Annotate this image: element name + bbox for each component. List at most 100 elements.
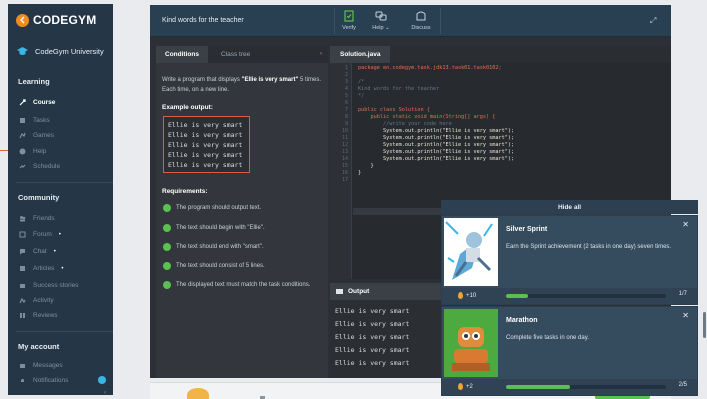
sidebar-divider	[16, 331, 113, 332]
close-icon[interactable]: ✕	[682, 311, 689, 320]
conditions-panel: Conditions Class tree ‹ Write a program …	[156, 46, 328, 378]
sidebar-item-forum[interactable]: Forum •	[19, 231, 61, 238]
achievement-notifications: Hide all Silver Sprint Earn the Sprint a…	[441, 200, 698, 399]
requirement-check-icon	[163, 204, 171, 212]
close-icon[interactable]: ✕	[682, 220, 689, 229]
code-line: }	[358, 170, 362, 176]
achievement-description: Complete five tasks in one day.	[506, 335, 589, 341]
help-label: Help ⌄	[372, 25, 390, 31]
achievement-footer: +2 2/5	[442, 379, 697, 395]
code-line: }	[358, 163, 374, 169]
fullscreen-icon[interactable]: ⤢	[650, 16, 656, 26]
sidebar-item-messages[interactable]: Messages	[19, 362, 63, 369]
games-icon	[19, 132, 26, 139]
reward: +2	[458, 383, 473, 390]
requirement-check-icon	[163, 262, 171, 270]
requirement-text: The text should consist of 5 lines.	[176, 263, 265, 269]
sidebar-item-reviews[interactable]: Reviews	[19, 312, 58, 319]
logo-text: CODEGYM	[33, 13, 97, 27]
code-line: System.out.println("Ellie is very smart"…	[358, 135, 515, 141]
robot-runner-icon	[445, 221, 493, 280]
graduation-cap-icon	[17, 47, 28, 55]
tab-conditions[interactable]: Conditions	[156, 46, 208, 63]
requirement-item: The text should begin with "Ellie".	[163, 223, 323, 233]
example-line: Ellie is very smart	[168, 151, 243, 159]
new-dot: •	[58, 231, 61, 238]
reward: +10	[458, 292, 476, 299]
verify-icon	[344, 10, 354, 22]
mascot-avatar	[187, 388, 209, 399]
progress-fill	[506, 294, 529, 298]
sidebar-item-help[interactable]: Help	[19, 148, 46, 155]
friends-icon	[20, 216, 26, 222]
code-line: public static void main(String[] args) {	[358, 114, 496, 120]
tasks-icon	[20, 118, 25, 123]
code-line: System.out.println("Ellie is very smart"…	[358, 149, 515, 155]
sidebar-item-notifications[interactable]: Notifications	[19, 377, 68, 384]
help-chat-icon	[375, 11, 387, 21]
help-button[interactable]: Help ⌄	[366, 9, 396, 31]
code-line: /*	[358, 79, 365, 85]
reward-value: +2	[466, 383, 473, 390]
sidebar-item-articles[interactable]: Articles •	[19, 265, 63, 272]
sidebar-item-chat[interactable]: Chat •	[19, 248, 56, 255]
requirement-check-icon	[163, 224, 171, 232]
line-number: 17	[341, 177, 348, 183]
requirement-text: The program should output text.	[176, 205, 262, 211]
sidebar-item-label: Forum	[33, 231, 52, 238]
logo[interactable]: CODEGYM	[16, 13, 96, 27]
tab-solution-java[interactable]: Solution.java	[330, 46, 391, 63]
course-icon	[19, 99, 26, 106]
sidebar-item-friends[interactable]: Friends	[19, 215, 55, 222]
sidebar-item-course[interactable]: Course	[19, 99, 55, 106]
hide-all-button[interactable]: Hide all	[441, 200, 698, 214]
sidebar: CODEGYM CodeGym University Learning Cour…	[8, 4, 113, 396]
notifications-icon	[21, 378, 24, 382]
example-line: Ellie is very smart	[168, 131, 243, 139]
discuss-button[interactable]: Discuss	[406, 9, 436, 31]
sidebar-item-schedule[interactable]: Schedule	[19, 163, 60, 170]
tab-class-tree[interactable]: Class tree	[212, 46, 259, 63]
collapse-sidebar-icon[interactable]: ‹	[104, 390, 106, 396]
achievement-card: Silver Sprint Earn the Sprint achievemen…	[441, 215, 698, 305]
output-header[interactable]: Output	[330, 283, 448, 300]
sidebar-item-label: Games	[33, 132, 54, 139]
sidebar-item-games[interactable]: Games	[19, 132, 54, 139]
forum-icon	[19, 231, 26, 238]
line-number: 2	[344, 72, 348, 78]
code-line: System.out.println("Ellie is very smart"…	[358, 128, 515, 134]
output-line: Ellie is very smart	[335, 359, 410, 367]
code-line: public class Solution {	[358, 107, 430, 113]
example-line: Ellie is very smart	[168, 121, 243, 129]
requirement-item: The displayed text must match the task c…	[163, 280, 323, 290]
sidebar-item-activity[interactable]: Activity	[19, 297, 54, 304]
chat-icon	[20, 249, 25, 255]
achievement-footer: +10 1/7	[442, 288, 697, 304]
notifications-scrollbar[interactable]	[703, 312, 706, 338]
reward-value: +10	[466, 292, 477, 299]
line-number: 10	[341, 128, 348, 134]
progress-track	[506, 385, 666, 389]
line-number: 7	[344, 107, 348, 113]
sidebar-item-tasks[interactable]: Tasks	[19, 117, 50, 124]
university-link[interactable]: CodeGym University	[16, 45, 104, 58]
editor-tabs: Solution.java	[330, 46, 671, 63]
description-quote: "Ellie is very smart"	[241, 77, 299, 83]
line-number: 6	[344, 100, 348, 106]
output-line: Ellie is very smart	[335, 320, 410, 328]
requirement-item: The program should output text.	[163, 203, 323, 213]
new-dot: •	[61, 265, 64, 272]
help-icon	[19, 148, 26, 155]
discuss-icon	[416, 11, 426, 21]
code-line: System.out.println("Ellie is very smart"…	[358, 142, 515, 148]
silver-sprint-image	[444, 218, 498, 286]
achievement-title: Marathon	[506, 317, 538, 324]
line-number: 8	[344, 114, 348, 120]
collapse-panel-icon[interactable]: ‹	[320, 51, 322, 57]
verify-button[interactable]: Verify	[334, 9, 364, 31]
success-stories-icon	[20, 284, 25, 288]
sidebar-item-label: Chat	[33, 248, 47, 255]
sidebar-item-success-stories[interactable]: Success stories	[19, 282, 79, 289]
reviews-icon	[20, 313, 25, 318]
toolbar-divider	[440, 8, 441, 34]
